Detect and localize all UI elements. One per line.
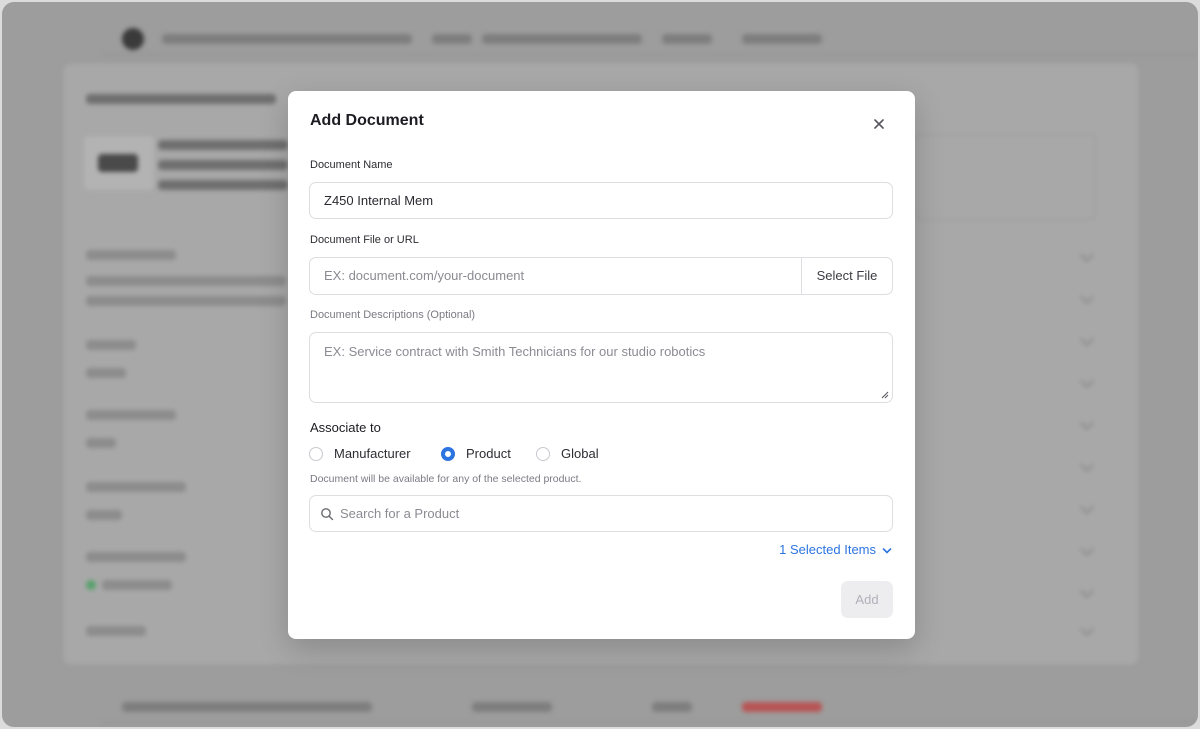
close-icon xyxy=(874,119,884,129)
close-button[interactable] xyxy=(868,113,890,135)
description-placeholder: EX: Service contract with Smith Technici… xyxy=(324,344,706,359)
radio-circle xyxy=(309,447,323,461)
description-textarea[interactable]: EX: Service contract with Smith Technici… xyxy=(309,332,893,403)
radio-label: Manufacturer xyxy=(334,446,411,461)
radio-circle xyxy=(536,447,550,461)
add-document-modal: Add Document Document Name Z450 Internal… xyxy=(288,91,915,639)
radio-label: Global xyxy=(561,446,599,461)
document-name-value: Z450 Internal Mem xyxy=(324,193,434,208)
search-icon xyxy=(321,508,334,521)
document-url-input[interactable]: EX: document.com/your-document xyxy=(309,257,801,295)
app-window: Add Document Document Name Z450 Internal… xyxy=(2,2,1198,727)
chevron-down-icon xyxy=(882,547,892,554)
modal-title: Add Document xyxy=(310,112,424,129)
selected-items-label: 1 Selected Items xyxy=(779,542,876,557)
document-file-label: Document File or URL xyxy=(310,234,419,246)
product-search-input[interactable]: Search for a Product xyxy=(309,495,893,532)
associate-hint: Document will be available for any of th… xyxy=(310,473,582,485)
resize-grip-icon[interactable] xyxy=(881,391,889,399)
select-file-button[interactable]: Select File xyxy=(801,257,893,295)
document-name-label: Document Name xyxy=(310,159,393,171)
add-button[interactable]: Add xyxy=(841,581,893,618)
radio-label: Product xyxy=(466,446,511,461)
associate-to-title: Associate to xyxy=(310,420,381,435)
radio-circle-selected xyxy=(441,447,455,461)
description-label: Document Descriptions (Optional) xyxy=(310,309,476,321)
document-name-input[interactable]: Z450 Internal Mem xyxy=(309,182,893,219)
search-placeholder: Search for a Product xyxy=(340,506,460,521)
selected-items-toggle[interactable]: 1 Selected Items xyxy=(779,542,892,557)
document-file-group: EX: document.com/your-document Select Fi… xyxy=(309,257,893,295)
